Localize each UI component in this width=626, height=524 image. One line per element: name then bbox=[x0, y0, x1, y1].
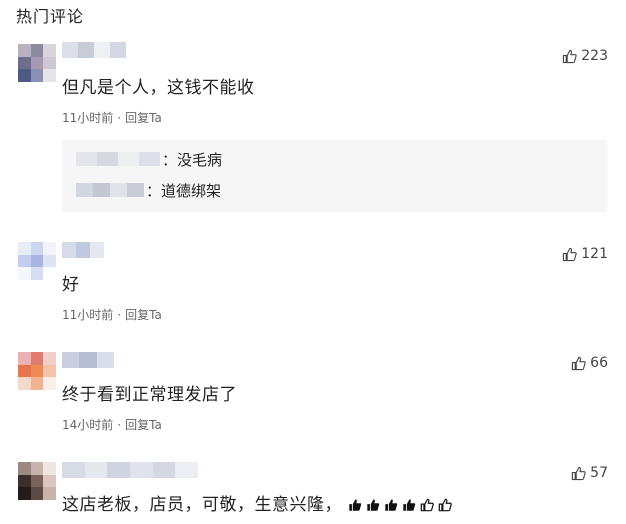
username[interactable] bbox=[62, 462, 198, 478]
section-title: 热门评论 bbox=[16, 7, 85, 26]
reply-username[interactable] bbox=[76, 183, 144, 197]
comment-meta: 14小时前 · 回复Ta bbox=[62, 417, 162, 433]
thumbs-up-icon bbox=[402, 498, 416, 512]
thumbs-up-icon bbox=[366, 498, 380, 512]
meta-separator: · bbox=[117, 418, 122, 432]
thumbs-up-icon bbox=[384, 498, 398, 512]
meta-separator: · bbox=[117, 308, 122, 322]
like-button[interactable]: 57 bbox=[571, 465, 608, 481]
thumbs-up-icon bbox=[571, 356, 586, 371]
comment-text: 但凡是个人，这钱不能收 bbox=[62, 78, 255, 98]
like-button[interactable]: 121 bbox=[562, 246, 608, 262]
emoji-group bbox=[348, 498, 452, 512]
like-count: 223 bbox=[581, 48, 608, 64]
reply-item: ：没毛病 bbox=[76, 147, 222, 171]
reply-button[interactable]: 回复Ta bbox=[125, 307, 162, 323]
avatar[interactable] bbox=[18, 44, 56, 82]
like-count: 66 bbox=[590, 355, 608, 371]
avatar[interactable] bbox=[18, 462, 56, 500]
thumbs-up-icon bbox=[348, 498, 362, 512]
thumbs-up-icon bbox=[571, 466, 586, 481]
thumbs-up-outline-icon bbox=[438, 498, 452, 512]
like-count: 57 bbox=[590, 465, 608, 481]
like-count: 121 bbox=[581, 246, 608, 262]
thumbs-up-icon bbox=[562, 247, 577, 262]
username[interactable] bbox=[62, 352, 114, 368]
reply-username[interactable] bbox=[76, 152, 160, 166]
comment-text: 好 bbox=[62, 275, 80, 295]
thumbs-up-icon bbox=[562, 49, 577, 64]
meta-separator: · bbox=[117, 111, 122, 125]
comment-time: 11小时前 bbox=[62, 308, 114, 322]
comment-time: 14小时前 bbox=[62, 418, 114, 432]
username[interactable] bbox=[62, 42, 126, 58]
comment-text: 终于看到正常理发店了 bbox=[62, 385, 237, 405]
comment-time: 11小时前 bbox=[62, 111, 114, 125]
reply-button[interactable]: 回复Ta bbox=[125, 417, 162, 433]
avatar[interactable] bbox=[18, 242, 56, 280]
avatar[interactable] bbox=[18, 352, 56, 390]
reply-item: ：道德绑架 bbox=[76, 178, 221, 202]
comment-text: 这店老板，店员，可敬，生意兴隆， bbox=[62, 493, 452, 517]
like-button[interactable]: 66 bbox=[571, 355, 608, 371]
reply-button[interactable]: 回复Ta bbox=[125, 110, 162, 126]
comment-meta: 11小时前 · 回复Ta bbox=[62, 110, 162, 126]
comment-meta: 11小时前 · 回复Ta bbox=[62, 307, 162, 323]
thumbs-up-outline-icon bbox=[420, 498, 434, 512]
comment-text-body: 这店老板，店员，可敬，生意兴隆， bbox=[62, 495, 342, 515]
reply-list: ：没毛病 ：道德绑架 bbox=[62, 140, 607, 212]
like-button[interactable]: 223 bbox=[562, 48, 608, 64]
reply-text: ：道德绑架 bbox=[146, 181, 222, 200]
reply-text: ：没毛病 bbox=[162, 150, 223, 169]
username[interactable] bbox=[62, 242, 104, 258]
